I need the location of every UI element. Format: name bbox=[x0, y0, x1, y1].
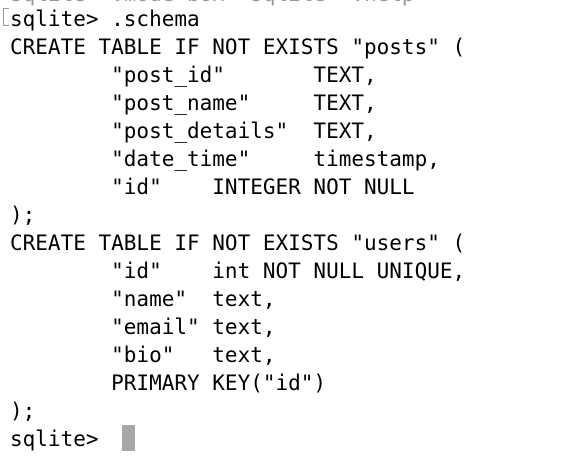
selection-bracket-icon bbox=[3, 8, 9, 26]
terminal-line-posts-id: "id" INTEGER NOT NULL bbox=[10, 175, 415, 199]
terminal-cursor[interactable] bbox=[122, 425, 135, 451]
terminal-line-create-users: CREATE TABLE IF NOT EXISTS "users" ( bbox=[10, 231, 466, 255]
terminal-line-primary-key: PRIMARY KEY("id") bbox=[10, 371, 327, 395]
terminal-line-close-posts: ); bbox=[10, 203, 36, 227]
terminal-line-close-users: ); bbox=[10, 399, 36, 423]
terminal-prompt-line[interactable]: sqlite> bbox=[10, 425, 111, 453]
terminal-line-users-id: "id" int NOT NULL UNIQUE, bbox=[10, 259, 466, 283]
terminal-line-post-name: "post_name" TEXT, bbox=[10, 91, 377, 115]
terminal-line-users-bio: "bio" text, bbox=[10, 343, 276, 367]
terminal-line-post-id: "post_id" TEXT, bbox=[10, 63, 377, 87]
terminal-line-date-time: "date_time" timestamp, bbox=[10, 147, 440, 171]
terminal-window[interactable]: sqlite> .mode box sqlite> .help sqlite> … bbox=[0, 0, 570, 456]
terminal-line-create-posts: CREATE TABLE IF NOT EXISTS "posts" ( bbox=[10, 35, 466, 59]
terminal-line-users-name: "name" text, bbox=[10, 287, 276, 311]
terminal-line-post-details: "post_details" TEXT, bbox=[10, 119, 377, 143]
terminal-line-command-schema: sqlite> .schema bbox=[10, 7, 200, 31]
terminal-line-users-email: "email" text, bbox=[10, 315, 276, 339]
